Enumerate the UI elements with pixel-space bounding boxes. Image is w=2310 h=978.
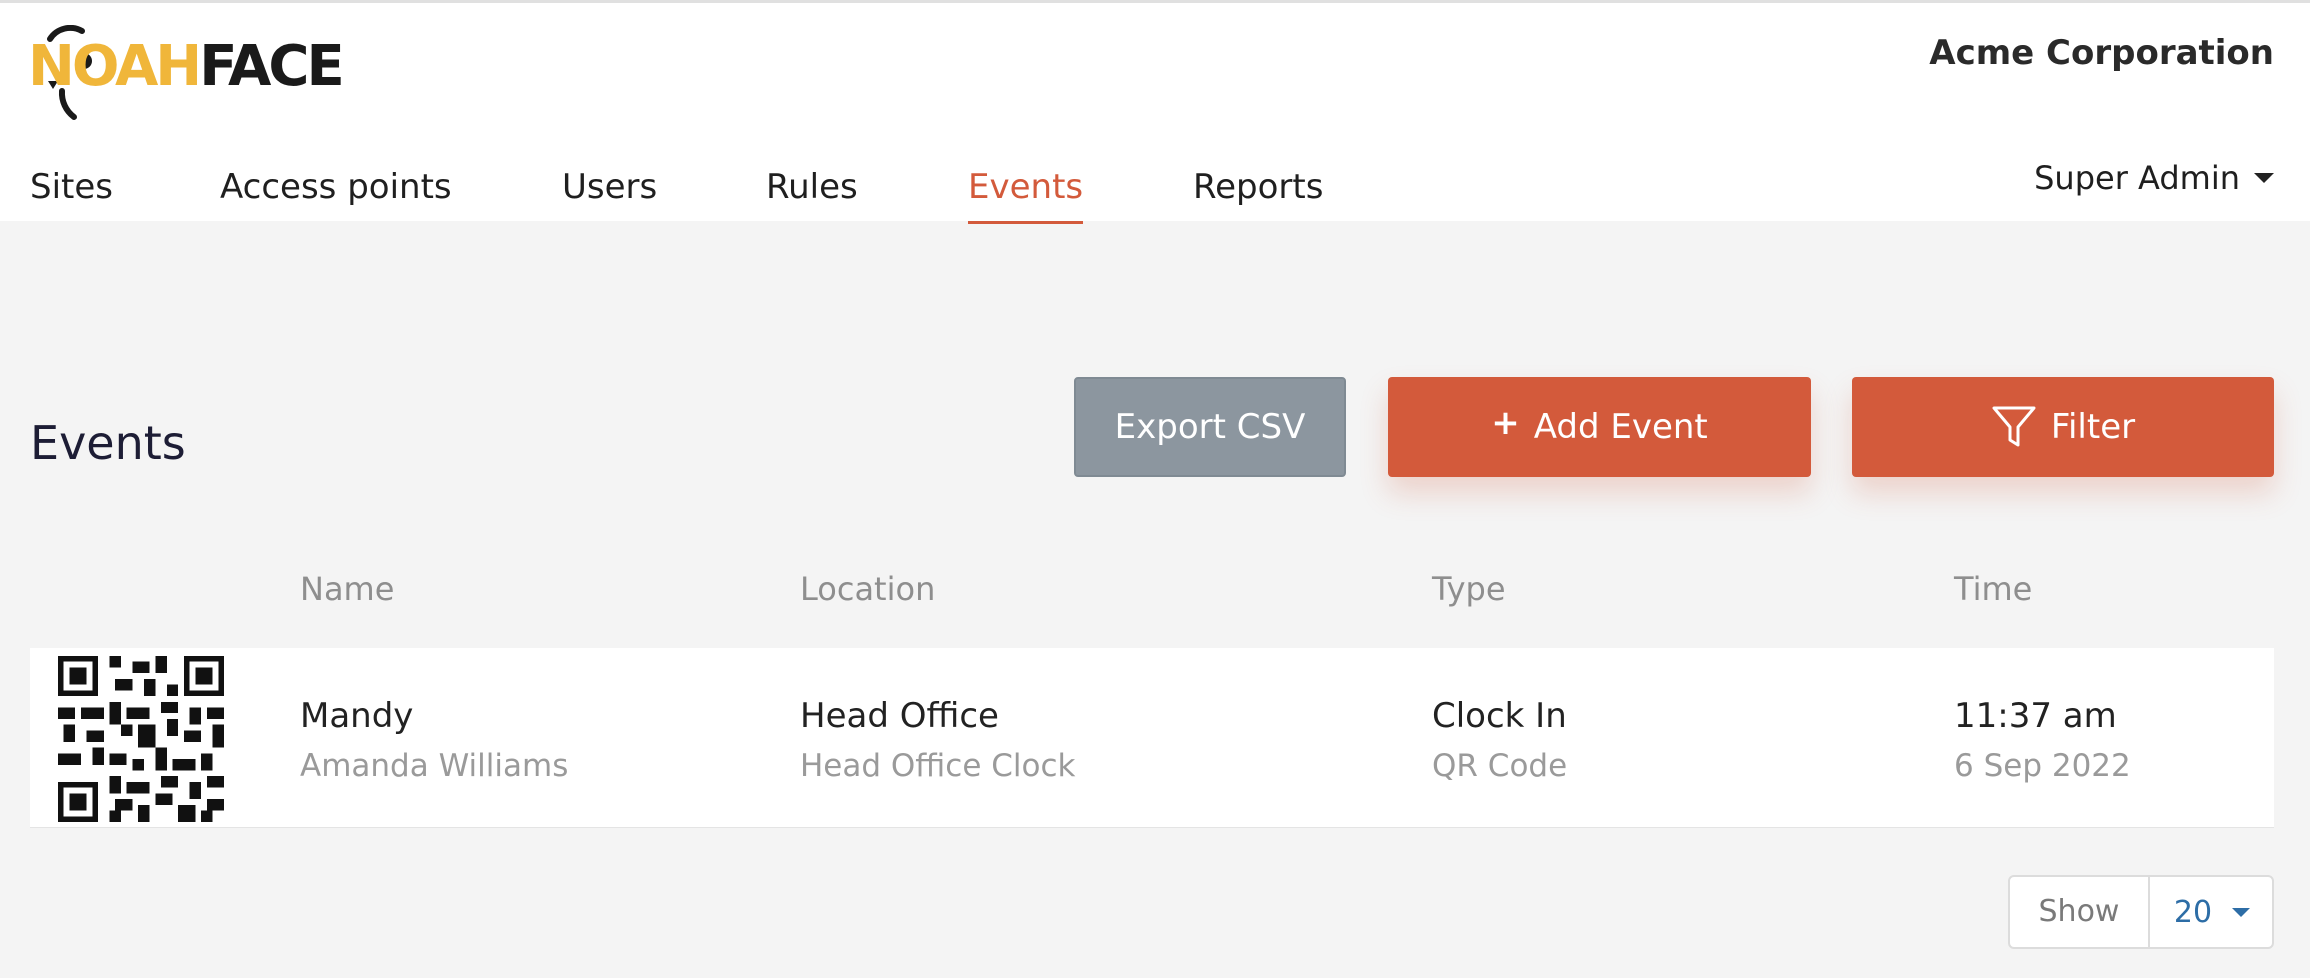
- app-header: NOAHFACE Acme Corporation Sites Access p…: [0, 0, 2310, 224]
- column-header-name[interactable]: Name: [300, 570, 394, 608]
- column-header-time[interactable]: Time: [1954, 570, 2032, 608]
- logo-text-noah: NOAH: [28, 34, 202, 99]
- user-menu-label: Super Admin: [2034, 159, 2240, 197]
- page-size-selector[interactable]: Show 20: [2008, 875, 2274, 949]
- event-location: Head Office: [800, 696, 999, 736]
- page-title: Events: [30, 416, 186, 470]
- event-user-name: Mandy: [300, 696, 414, 736]
- filter-label: Filter: [2050, 407, 2136, 447]
- event-date: 6 Sep 2022: [1954, 748, 2131, 784]
- event-access-point: Head Office Clock: [800, 748, 1076, 784]
- logo-text-face: FACE: [199, 34, 345, 99]
- add-event-label: Add Event: [1533, 407, 1708, 447]
- column-header-type[interactable]: Type: [1432, 570, 1506, 608]
- nav-item-access-points[interactable]: Access points: [220, 163, 452, 224]
- export-csv-label: Export CSV: [1114, 407, 1306, 447]
- page-size-label: Show: [2010, 877, 2150, 947]
- nav-item-users[interactable]: Users: [562, 163, 657, 224]
- chevron-down-icon: [2232, 907, 2251, 917]
- qr-code-icon: [58, 656, 224, 822]
- plus-icon: +: [1491, 403, 1520, 443]
- noahface-logo[interactable]: NOAHFACE: [28, 25, 345, 135]
- nav-item-rules[interactable]: Rules: [766, 163, 858, 224]
- export-csv-button[interactable]: Export CSV: [1074, 377, 1346, 477]
- user-menu[interactable]: Super Admin: [2034, 159, 2274, 197]
- chevron-down-icon: [2254, 173, 2274, 183]
- event-user-full-name: Amanda Williams: [300, 748, 569, 784]
- event-time: 11:37 am: [1954, 696, 2117, 736]
- table-row[interactable]: Mandy Amanda Williams Head Office Head O…: [30, 648, 2274, 828]
- logo-wordmark: NOAHFACE: [28, 39, 345, 95]
- event-type: Clock In: [1432, 696, 1567, 736]
- page-size-value: 20: [2173, 894, 2213, 930]
- filter-icon: [1992, 406, 2036, 447]
- column-header-location[interactable]: Location: [800, 570, 935, 608]
- filter-button[interactable]: Filter: [1852, 377, 2274, 477]
- add-event-button[interactable]: + Add Event: [1388, 377, 1811, 477]
- nav-item-sites[interactable]: Sites: [30, 163, 113, 224]
- page-size-dropdown[interactable]: 20: [2152, 877, 2272, 947]
- nav-item-reports[interactable]: Reports: [1193, 163, 1323, 224]
- event-method: QR Code: [1432, 748, 1568, 784]
- company-name: Acme Corporation: [1929, 33, 2274, 73]
- nav-item-events[interactable]: Events: [968, 163, 1084, 224]
